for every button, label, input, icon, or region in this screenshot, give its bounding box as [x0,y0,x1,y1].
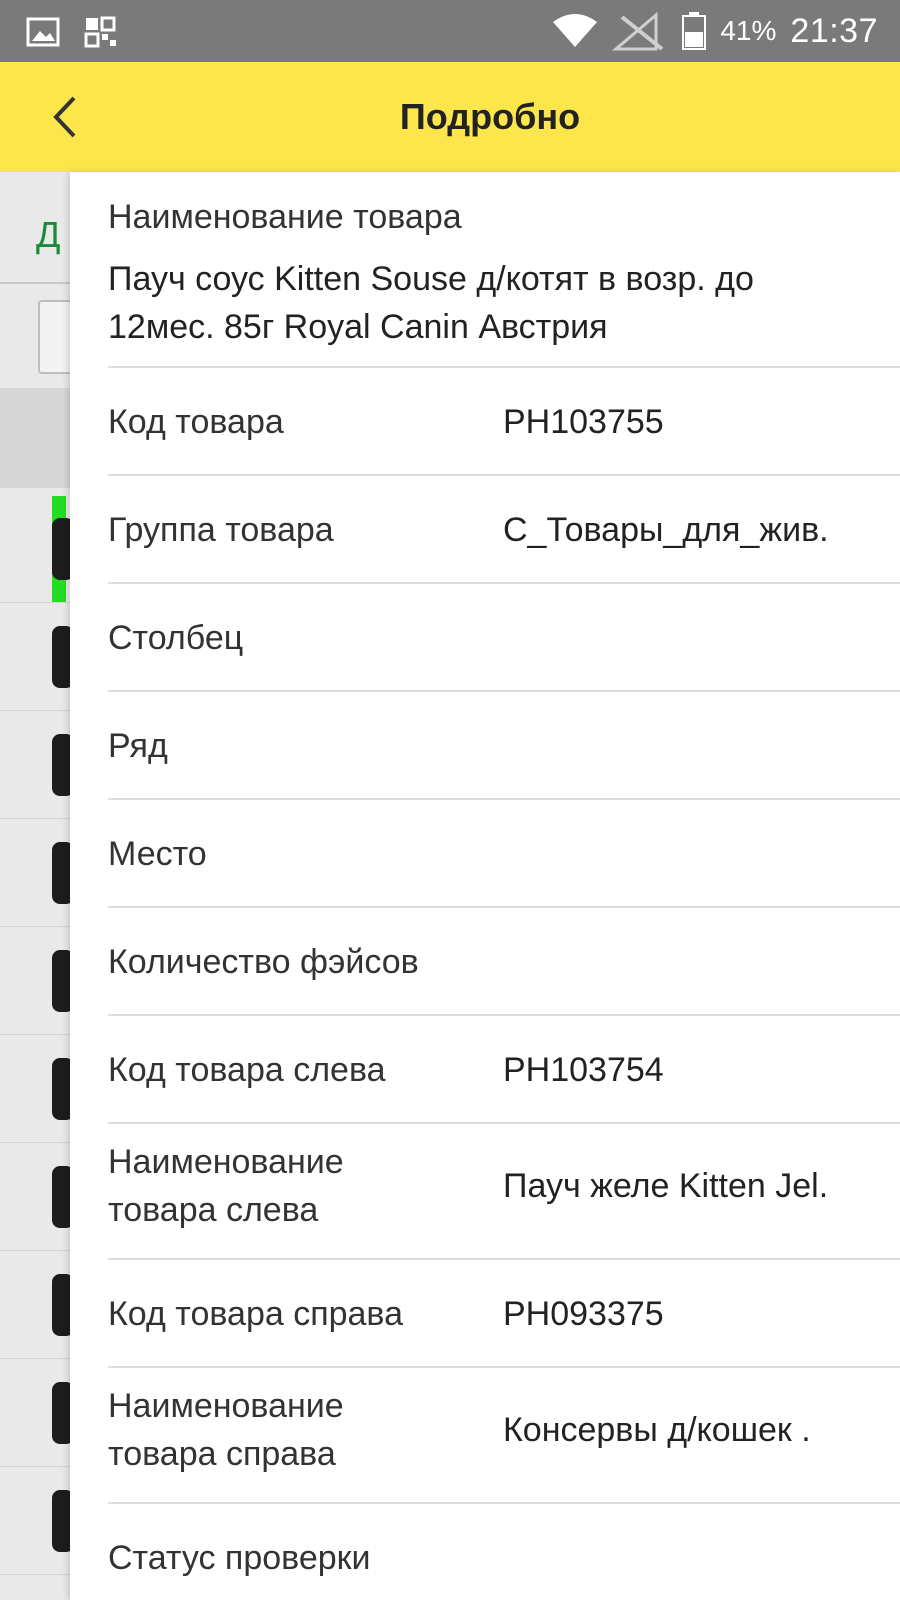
detail-label: Количество фэйсов [108,943,419,981]
detail-value: Пауч желе Kitten Jel. [503,1167,829,1205]
background-list-item[interactable] [0,1252,70,1359]
background-divider [0,282,70,284]
product-name-line2: 12мес. 85г Royal Canin Австрия [108,308,608,346]
detail-value: С_Товары_для_жив. [503,511,829,549]
divider [108,1014,900,1016]
status-bar: 41% 21:37 [0,0,900,62]
background-list-item[interactable] [0,712,70,819]
background-list-item[interactable] [0,820,70,927]
detail-label: Группа товара [108,511,334,549]
divider [108,1258,900,1260]
background-list-item[interactable] [0,1360,70,1467]
qr-notification-icon [84,16,118,48]
background-list-item[interactable] [0,1144,70,1251]
battery-percent: 41% [720,15,777,46]
app-bar: Подробно [0,62,900,172]
detail-label-line2: товара слева [108,1191,319,1229]
background-list-item[interactable] [0,496,70,603]
background-screen: Д [0,172,70,1600]
detail-label: Код товара слева [108,1051,386,1089]
background-list-item[interactable] [0,604,70,711]
page-title: Подробно [399,96,581,137]
no-signal-icon [612,11,668,51]
divider [108,1502,900,1504]
divider [108,906,900,908]
product-name-value: Пауч соус Kitten Souse д/котят в возр. д… [108,255,900,351]
detail-label: Наименование товара слева [108,1138,344,1234]
detail-label: Код товара [108,403,284,441]
product-name-block: Наименование товара Пауч соус Kitten Sou… [108,198,900,351]
detail-value: PH103754 [503,1051,664,1089]
background-list-item[interactable] [0,1036,70,1143]
divider [108,582,900,584]
detail-label: Ряд [108,727,168,765]
divider [108,690,900,692]
background-input[interactable] [38,300,70,374]
details-panel: Наименование товара Пауч соус Kitten Sou… [70,172,900,1600]
divider [108,366,900,368]
detail-label: Место [108,835,207,873]
detail-label: Столбец [108,619,244,657]
divider [108,798,900,800]
detail-label: Наименование товара справа [108,1382,344,1478]
detail-label: Код товара справа [108,1295,404,1333]
detail-label-line2: товара справа [108,1435,336,1473]
detail-label: Статус проверки [108,1539,371,1577]
clock: 21:37 [790,11,878,50]
wifi-icon [552,14,598,48]
background-list-item[interactable] [0,1468,70,1575]
divider [108,1366,900,1368]
product-name-label: Наименование товара [108,198,462,236]
divider [108,1122,900,1124]
detail-value: Консервы д/кошек . [503,1411,811,1449]
detail-value: PH093375 [503,1295,664,1333]
background-list-item[interactable] [0,928,70,1035]
battery-icon [682,12,707,50]
image-icon [26,17,60,47]
detail-value: PH103755 [503,403,664,441]
detail-label-line1: Наименование [108,1387,344,1425]
detail-label-line1: Наименование [108,1143,344,1181]
product-name-line1: Пауч соус Kitten Souse д/котят в возр. д… [108,260,754,298]
divider [108,474,900,476]
background-header [0,388,70,488]
background-tab[interactable]: Д [36,214,60,256]
